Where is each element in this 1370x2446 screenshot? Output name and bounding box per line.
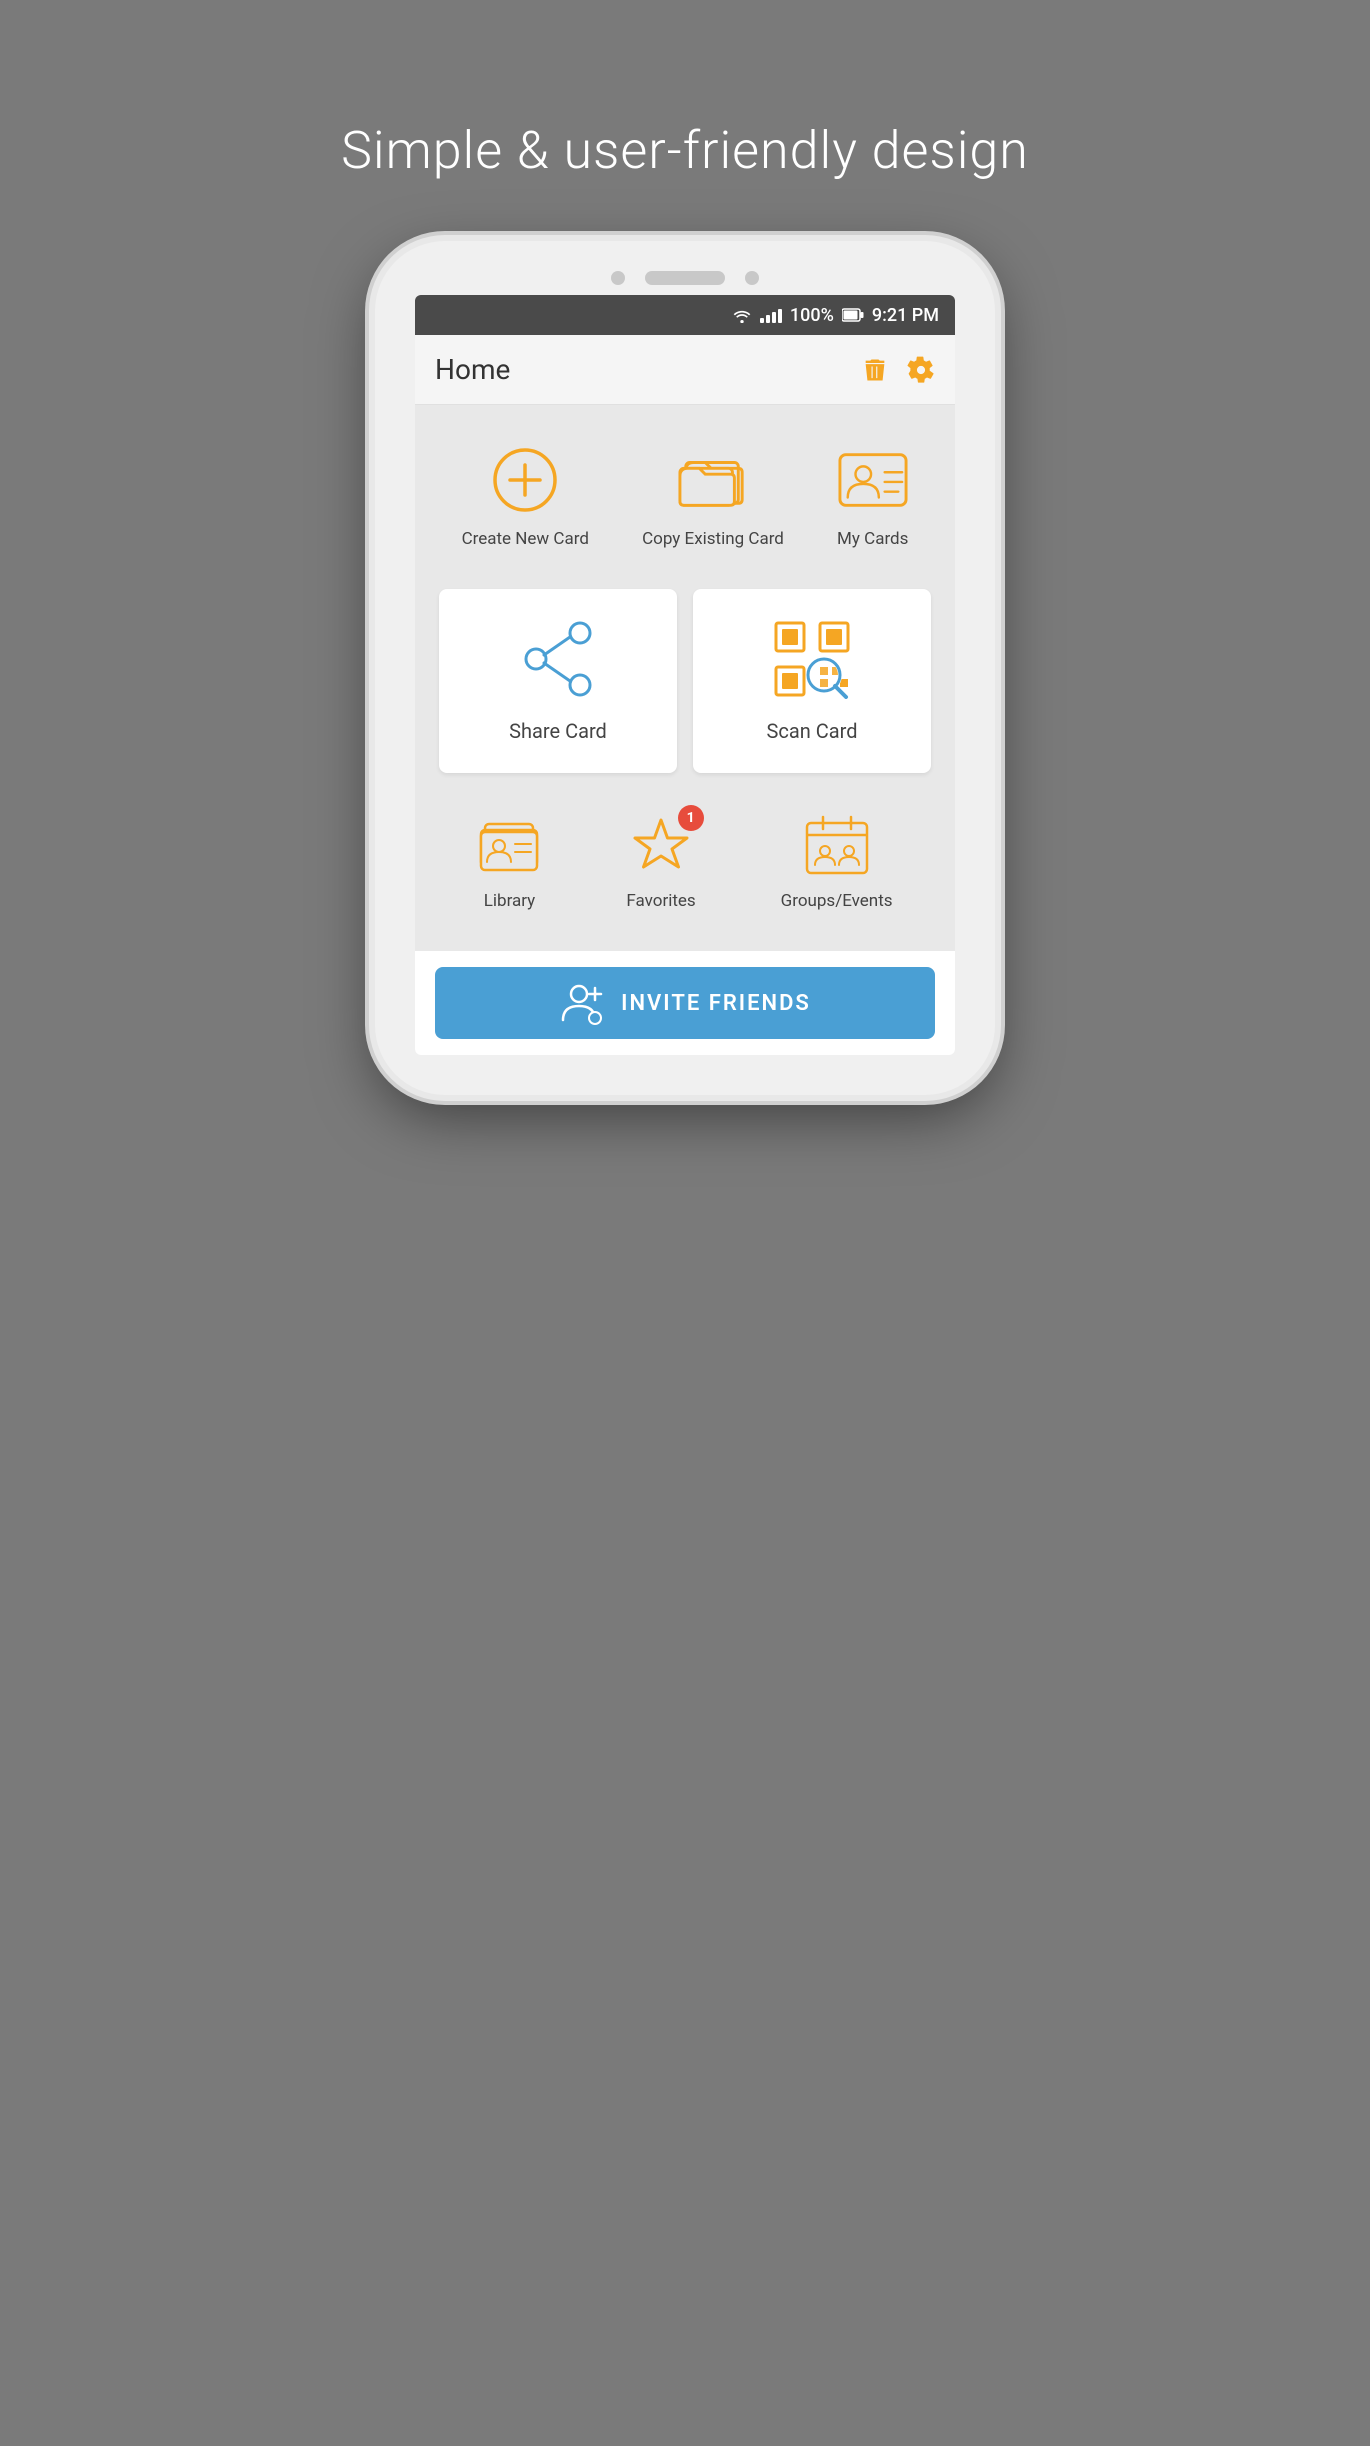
wifi-icon bbox=[732, 307, 752, 323]
invite-section: INVITE FRIENDS bbox=[415, 951, 955, 1055]
scan-card-icon bbox=[772, 619, 852, 699]
create-new-card-icon bbox=[490, 445, 560, 515]
invite-person-icon bbox=[559, 980, 605, 1026]
status-bar: 100% 9:21 PM bbox=[415, 295, 955, 335]
my-cards-item[interactable]: My Cards bbox=[837, 445, 908, 549]
share-card-label: Share Card bbox=[509, 719, 607, 743]
copy-existing-card-item[interactable]: Copy Existing Card bbox=[642, 445, 784, 549]
battery-text: 100% bbox=[790, 305, 834, 326]
create-new-card-item[interactable]: Create New Card bbox=[462, 445, 589, 549]
bottom-icons: Library 1 Favorites bbox=[435, 803, 935, 921]
card-actions: Share Card bbox=[435, 589, 935, 773]
library-icon bbox=[477, 813, 541, 877]
signal-bars-icon bbox=[760, 307, 782, 323]
library-item[interactable]: Library bbox=[477, 813, 541, 911]
battery-icon bbox=[842, 308, 864, 322]
create-new-card-label: Create New Card bbox=[462, 529, 589, 549]
copy-existing-card-label: Copy Existing Card bbox=[642, 529, 784, 549]
scan-card-label: Scan Card bbox=[767, 719, 858, 743]
app-bar: Home bbox=[415, 335, 955, 405]
page-tagline: Simple & user-friendly design bbox=[341, 120, 1029, 181]
settings-icon[interactable] bbox=[907, 356, 935, 384]
library-label: Library bbox=[484, 891, 535, 911]
phone-top bbox=[375, 271, 995, 285]
content: Create New Card Copy Exi bbox=[415, 405, 955, 1055]
invite-btn-label: INVITE FRIENDS bbox=[621, 991, 811, 1016]
favorites-label: Favorites bbox=[626, 891, 695, 911]
invite-friends-btn[interactable]: INVITE FRIENDS bbox=[435, 967, 935, 1039]
my-cards-label: My Cards bbox=[837, 529, 908, 549]
favorites-badge: 1 bbox=[678, 805, 704, 831]
share-card-icon bbox=[518, 619, 598, 699]
delete-icon[interactable] bbox=[861, 356, 889, 384]
favorites-item[interactable]: 1 Favorites bbox=[626, 813, 695, 911]
screen: 100% 9:21 PM Home bbox=[415, 295, 955, 1055]
my-cards-icon bbox=[838, 445, 908, 515]
groups-events-icon bbox=[805, 813, 869, 877]
scan-card-btn[interactable]: Scan Card bbox=[693, 589, 931, 773]
phone-speaker bbox=[645, 271, 725, 285]
phone-camera bbox=[611, 271, 625, 285]
groups-events-label: Groups/Events bbox=[781, 891, 893, 911]
phone-camera-right bbox=[745, 271, 759, 285]
copy-existing-card-icon bbox=[678, 445, 748, 515]
status-icons: 100% 9:21 PM bbox=[732, 305, 939, 326]
share-card-btn[interactable]: Share Card bbox=[439, 589, 677, 773]
groups-events-item[interactable]: Groups/Events bbox=[781, 813, 893, 911]
phone-shell: 100% 9:21 PM Home bbox=[375, 241, 995, 1095]
top-actions: Create New Card Copy Exi bbox=[435, 435, 935, 559]
app-title: Home bbox=[435, 353, 510, 386]
time-text: 9:21 PM bbox=[872, 305, 939, 326]
app-bar-icons bbox=[861, 356, 935, 384]
